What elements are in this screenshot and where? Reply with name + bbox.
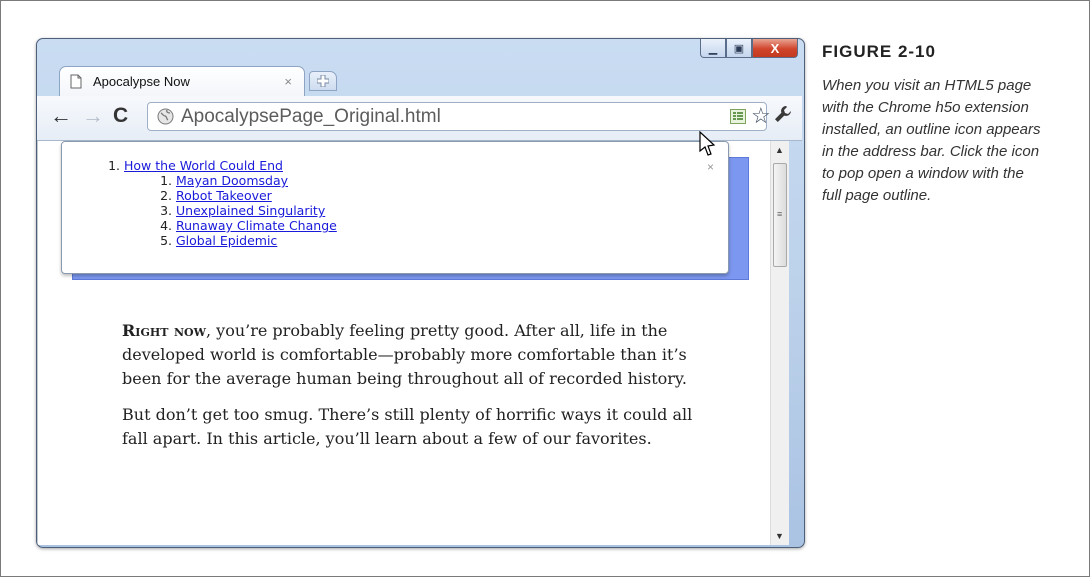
outline-link-runaway-climate-change[interactable]: Runaway Climate Change <box>176 218 337 233</box>
outline-list: How the World Could End Mayan Doomsday R… <box>62 158 337 248</box>
outline-item: How the World Could End Mayan Doomsday R… <box>124 158 337 248</box>
grip-icon: ≡ <box>777 209 783 219</box>
article-paragraph-1: Right now, you’re probably feeling prett… <box>122 319 702 391</box>
tab-close-icon[interactable]: × <box>284 74 292 89</box>
figure-title: FIGURE 2-10 <box>822 42 936 61</box>
outline-link-how-the-world-could-end[interactable]: How the World Could End <box>124 158 283 173</box>
new-tab-button[interactable] <box>309 71 337 91</box>
scroll-thumb[interactable]: ≡ <box>773 163 787 267</box>
scroll-up-arrow-icon[interactable]: ▲ <box>775 145 784 155</box>
document-icon <box>70 74 82 94</box>
outline-subitem: Robot Takeover <box>176 188 337 203</box>
back-arrow-icon[interactable]: ← <box>50 105 72 127</box>
forward-arrow-icon[interactable]: → <box>82 105 104 127</box>
outline-icon[interactable] <box>730 109 746 124</box>
outline-subitem: Global Epidemic <box>176 233 337 248</box>
scroll-down-arrow-icon[interactable]: ▼ <box>775 531 784 541</box>
toolbar: ← → C ApocalypsePage_Original.html ☆ <box>37 96 802 141</box>
url-text: ApocalypsePage_Original.html <box>181 106 441 127</box>
minimize-button[interactable]: ▁ <box>700 39 726 58</box>
maximize-button[interactable]: ▣ <box>726 39 752 58</box>
window-controls: ▁ ▣ X <box>700 39 798 59</box>
outline-subitem: Unexplained Singularity <box>176 203 337 218</box>
popup-close-icon[interactable]: × <box>707 160 714 174</box>
article-paragraph-2: But don’t get too smug. There’s still pl… <box>122 405 693 448</box>
browser-window: ▁ ▣ X Apocalypse Now × ← → C ApocalypseP… <box>36 38 805 548</box>
figure-caption: When you visit an HTML5 page with the Ch… <box>822 77 1041 204</box>
outline-link-mayan-doomsday[interactable]: Mayan Doomsday <box>176 173 288 188</box>
article-body: Right now, you’re probably feeling prett… <box>122 319 702 463</box>
outline-subitem: Runaway Climate Change <box>176 218 337 233</box>
lead-in-text: Right now <box>122 321 206 340</box>
outline-popup: × How the World Could End Mayan Doomsday… <box>61 141 729 274</box>
wrench-icon[interactable] <box>773 104 793 129</box>
vertical-scrollbar[interactable]: ▲ ≡ ▼ <box>770 141 789 545</box>
outline-link-robot-takeover[interactable]: Robot Takeover <box>176 188 272 203</box>
close-window-button[interactable]: X <box>752 39 798 58</box>
outline-link-unexplained-singularity[interactable]: Unexplained Singularity <box>176 203 325 218</box>
outline-link-global-epidemic[interactable]: Global Epidemic <box>176 233 277 248</box>
reload-icon[interactable]: C <box>113 105 128 127</box>
star-icon[interactable]: ☆ <box>751 103 771 129</box>
mouse-cursor-icon <box>699 130 717 162</box>
tab-apocalypse-now[interactable]: Apocalypse Now × <box>59 66 305 96</box>
plus-icon <box>317 75 329 87</box>
page-viewport: × How the World Could End Mayan Doomsday… <box>37 141 770 545</box>
globe-icon <box>157 108 174 130</box>
outline-subitem: Mayan Doomsday <box>176 173 337 188</box>
address-bar[interactable]: ApocalypsePage_Original.html ☆ <box>147 102 771 131</box>
paragraph-1-text: , you’re probably feeling pretty good. A… <box>122 321 687 388</box>
outline-sublist: Mayan Doomsday Robot Takeover Unexplaine… <box>124 173 337 248</box>
tab-title: Apocalypse Now <box>93 74 190 89</box>
